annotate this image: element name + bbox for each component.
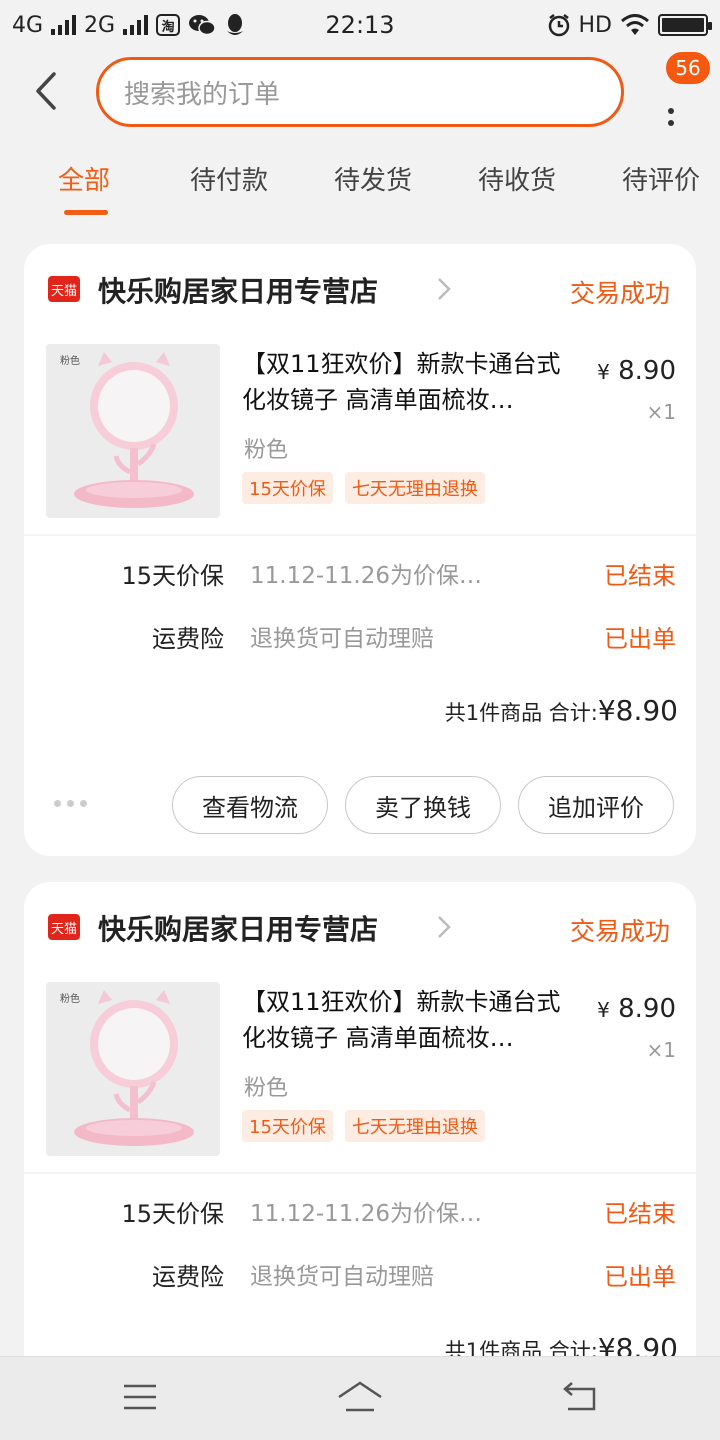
order-status: 交易成功 [569, 279, 670, 308]
tmall-logo-icon: 天猫 [48, 276, 80, 302]
menu-icon [124, 1384, 156, 1410]
network-2g-label: 2G [84, 12, 116, 38]
order-card[interactable]: 天猫 快乐购居家日用专营店 交易成功 粉色 【双11狂欢价】新款卡通台式化妆镜子… [24, 244, 696, 856]
service-value-shipping-insurance[interactable]: 退换货可自动理赔 [250, 1257, 434, 1291]
home-nav-button[interactable] [336, 1377, 384, 1417]
tab-pending-payment[interactable]: 待付款 [190, 160, 268, 197]
network-4g-label: 4G [12, 12, 44, 38]
signal-icon-secondary [123, 15, 149, 35]
tab-all[interactable]: 全部 [58, 160, 110, 197]
free-return-tag: 七天无理由退换 [344, 1110, 485, 1142]
service-label-price-protect: 15天价保 [121, 562, 224, 590]
service-value-shipping-insurance[interactable]: 退换货可自动理赔 [250, 619, 434, 653]
product-title[interactable]: 【双11狂欢价】新款卡通台式化妆镜子 高清单面梳妆… [242, 346, 582, 418]
product-tags: 15天价保 七天无理由退换 [242, 1110, 485, 1142]
status-bar: 4G 2G 淘 22:13 HD [0, 0, 720, 50]
service-label-shipping-insurance: 运费险 [152, 625, 224, 653]
shop-name[interactable]: 快乐购居家日用专营店 [98, 270, 378, 310]
qq-icon [227, 14, 244, 35]
total-label: 共1件商品 合计: [444, 701, 598, 725]
product-image[interactable]: 粉色 [46, 344, 220, 518]
makeup-mirror-image [74, 990, 194, 1146]
tab-pending-receipt[interactable]: 待收货 [478, 160, 556, 197]
top-bar: 搜索我的订单 56 [0, 50, 720, 130]
service-value-price-protect[interactable]: 11.12-11.26为价保… [250, 556, 482, 590]
shop-header[interactable]: 天猫 快乐购居家日用专营店 交易成功 [24, 882, 696, 972]
menu-nav-button[interactable] [116, 1377, 164, 1417]
product-image-label: 粉色 [60, 994, 80, 1005]
active-tab-indicator [64, 210, 108, 215]
price-value: 8.90 [618, 994, 676, 1024]
product-variant: 粉色 [244, 1076, 289, 1101]
price-protect-tag: 15天价保 [242, 1110, 333, 1142]
return-icon [563, 1382, 596, 1411]
status-bar-right: HD [547, 12, 712, 38]
back-button[interactable] [26, 68, 66, 114]
order-card[interactable]: 天猫 快乐购居家日用专营店 交易成功 粉色 【双11狂欢价】新款卡通台式化妆镜子… [24, 882, 696, 1402]
service-status-price-protect[interactable]: 已结束 [604, 1194, 676, 1229]
wechat-icon [189, 15, 216, 36]
battery-icon [658, 14, 712, 36]
service-status-shipping-insurance[interactable]: 已出单 [604, 1257, 676, 1292]
product-tags: 15天价保 七天无理由退换 [242, 472, 485, 504]
more-actions-button[interactable] [54, 800, 87, 807]
wifi-icon [621, 14, 649, 35]
product-price: ¥ 8.90 [597, 994, 676, 1024]
product-image-label: 粉色 [60, 356, 80, 367]
shop-name[interactable]: 快乐购居家日用专营店 [98, 908, 378, 948]
more-dot-icon [668, 108, 674, 114]
price-protect-tag: 15天价保 [242, 472, 333, 504]
back-nav-button[interactable] [556, 1377, 604, 1417]
order-tabs: 全部 待付款 待发货 待收货 待评价 [0, 160, 720, 220]
divider [24, 534, 696, 536]
add-review-button[interactable]: 追加评价 [518, 776, 674, 834]
back-arrow-icon [36, 72, 56, 110]
home-icon [338, 1381, 382, 1412]
product-title[interactable]: 【双11狂欢价】新款卡通台式化妆镜子 高清单面梳妆… [242, 984, 582, 1056]
status-bar-left: 4G 2G 淘 [12, 13, 246, 38]
makeup-mirror-image [74, 352, 194, 508]
taobao-notification-icon: 淘 [156, 14, 181, 36]
signal-icon [51, 15, 77, 35]
product-price: ¥ 8.90 [597, 356, 676, 386]
message-count-badge: 56 [664, 50, 712, 86]
price-value: 8.90 [618, 356, 676, 386]
shop-header[interactable]: 天猫 快乐购居家日用专营店 交易成功 [24, 244, 696, 334]
currency-symbol: ¥ [597, 998, 610, 1022]
order-total: 共1件商品 合计:¥8.90 [445, 694, 678, 727]
chevron-right-icon [438, 278, 451, 300]
divider [24, 1172, 696, 1174]
service-label-price-protect: 15天价保 [121, 1200, 224, 1228]
total-amount: ¥8.90 [597, 694, 678, 727]
search-input[interactable]: 搜索我的订单 [96, 57, 624, 127]
tmall-logo-icon: 天猫 [48, 914, 80, 940]
more-dot-icon [668, 120, 674, 126]
system-nav-bar [0, 1356, 720, 1440]
service-status-price-protect[interactable]: 已结束 [604, 556, 676, 591]
product-quantity: ×1 [646, 1038, 676, 1062]
currency-symbol: ¥ [597, 360, 610, 384]
free-return-tag: 七天无理由退换 [344, 472, 485, 504]
product-quantity: ×1 [646, 400, 676, 424]
product-image[interactable]: 粉色 [46, 982, 220, 1156]
service-label-shipping-insurance: 运费险 [152, 1263, 224, 1291]
service-value-price-protect[interactable]: 11.12-11.26为价保… [250, 1194, 482, 1228]
service-status-shipping-insurance[interactable]: 已出单 [604, 619, 676, 654]
tab-pending-shipment[interactable]: 待发货 [334, 160, 412, 197]
tab-pending-review[interactable]: 待评价 [622, 160, 700, 197]
hd-label: HD [578, 12, 612, 38]
order-status: 交易成功 [569, 917, 670, 946]
product-variant: 粉色 [244, 438, 289, 463]
view-logistics-button[interactable]: 查看物流 [172, 776, 328, 834]
search-placeholder: 搜索我的订单 [124, 79, 281, 110]
alarm-icon [548, 14, 569, 37]
chevron-right-icon [438, 916, 451, 938]
resell-button[interactable]: 卖了换钱 [345, 776, 501, 834]
